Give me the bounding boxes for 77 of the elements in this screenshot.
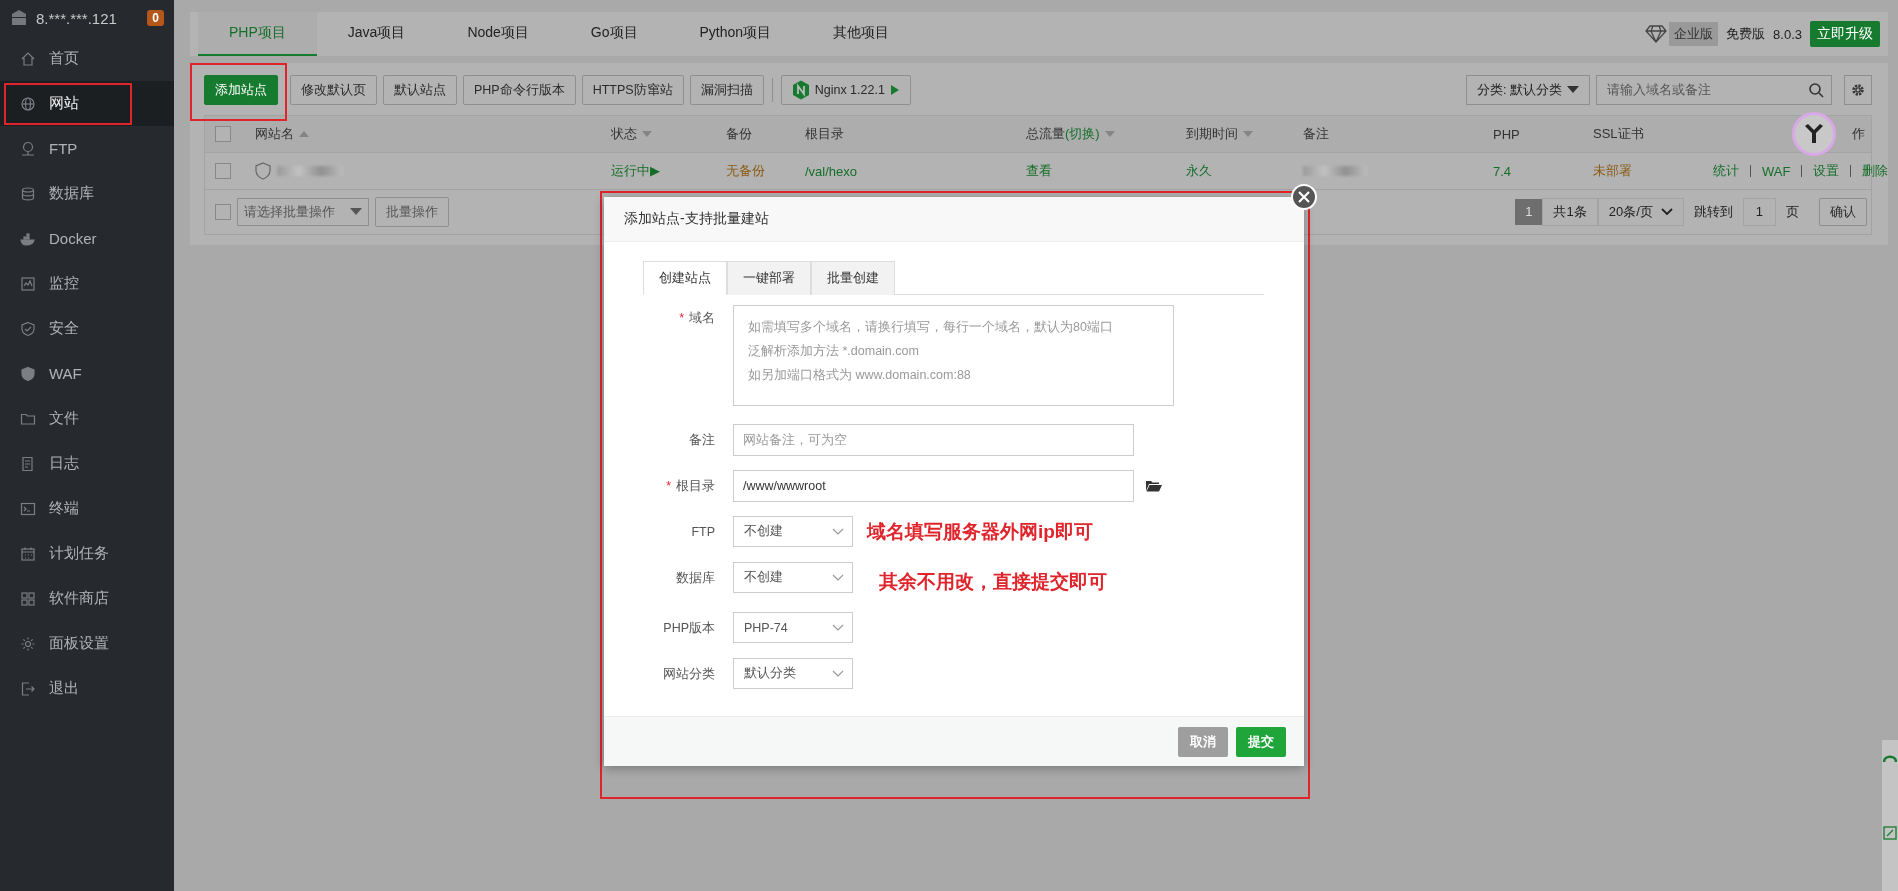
note-field[interactable]: 网站备注，可为空 — [733, 424, 1134, 456]
column-header[interactable]: 状态 — [611, 125, 637, 143]
placeholder-text: 如另加端口格式为 www.domain.com:88 — [748, 367, 971, 384]
confirm-button[interactable]: 确认 — [1819, 198, 1867, 226]
select-field[interactable]: 不创建 — [733, 516, 853, 547]
toolbar-button[interactable]: 默认站点 — [383, 75, 457, 105]
batch-select[interactable]: 请选择批量操作 — [237, 198, 369, 226]
sidebar-item[interactable]: 软件商店 — [0, 576, 174, 621]
annotation-text: 域名填写服务器外网ip即可 — [867, 520, 1093, 544]
total-count: 共1条 — [1542, 198, 1598, 226]
page-input[interactable]: 1 — [1742, 198, 1776, 226]
batch-button[interactable]: 批量操作 — [375, 197, 449, 227]
select-field[interactable]: 不创建 — [733, 562, 853, 593]
column-header[interactable]: 根目录 — [805, 125, 844, 143]
search-field[interactable]: 请输入域名或备注 — [1596, 75, 1832, 105]
project-tab[interactable]: Python项目 — [668, 12, 803, 56]
upgrade-button[interactable]: 立即升级 — [1810, 21, 1880, 47]
toolbar-button[interactable]: HTTPS防窜站 — [581, 75, 684, 105]
sidebar-item[interactable]: 退出 — [0, 666, 174, 711]
sidebar-item[interactable]: 首页 — [0, 36, 174, 81]
field-label: 根目录 — [676, 477, 715, 495]
column-header[interactable]: 到期时间 — [1186, 125, 1238, 143]
sidebar-item[interactable]: 面板设置 — [0, 621, 174, 666]
sidebar-item[interactable]: FTP — [0, 126, 174, 171]
toolbar-button[interactable]: 漏洞扫描 — [689, 75, 764, 105]
sidebar-item[interactable]: WAF — [0, 351, 174, 396]
sidebar-item[interactable]: 网站 — [0, 81, 174, 126]
required-mark: * — [679, 311, 684, 325]
version-label: 8.0.3 — [1773, 26, 1802, 42]
select-field[interactable]: PHP-74 — [733, 612, 853, 643]
sidebar-item[interactable]: 数据库 — [0, 171, 174, 216]
server-address: 8.***.***.121 — [36, 9, 118, 27]
field-label: 数据库 — [676, 569, 715, 587]
project-tab[interactable]: Java项目 — [316, 12, 437, 56]
column-header[interactable]: SSL证书 — [1593, 125, 1644, 143]
column-header[interactable]: PHP — [1493, 126, 1520, 142]
sidebar-item[interactable]: 安全 — [0, 306, 174, 351]
column-header[interactable]: 网站名 — [255, 125, 294, 143]
required-mark: * — [666, 479, 671, 493]
project-tab[interactable]: 其他项目 — [802, 12, 921, 56]
toolbar-button[interactable]: 修改默认页 — [290, 75, 377, 105]
field-label: FTP — [691, 525, 715, 539]
field-label: 备注 — [689, 431, 715, 449]
sidebar-item[interactable]: 计划任务 — [0, 531, 174, 576]
dialog-tab[interactable]: 批量创建 — [811, 261, 895, 295]
column-header[interactable]: 备注 — [1303, 125, 1329, 143]
toolbar-button[interactable]: PHP命令行版本 — [463, 75, 576, 105]
project-tab[interactable]: Go项目 — [559, 12, 669, 56]
jump-label: 跳转到 — [1692, 203, 1734, 221]
nginx-button[interactable]: Nginx 1.22.1 — [780, 75, 911, 105]
field-label: 网站分类 — [663, 665, 715, 683]
project-tab[interactable]: Node项目 — [436, 12, 560, 56]
sidebar-item[interactable]: 文件 — [0, 396, 174, 441]
field-label: PHP版本 — [663, 619, 715, 637]
column-header[interactable]: 备份 — [726, 125, 752, 143]
column-header[interactable]: 总流量(切换) — [1026, 125, 1100, 143]
dialog-title: 添加站点-支持批量建站 — [624, 210, 769, 228]
page-number[interactable]: 1 — [1515, 199, 1543, 225]
add-site-button[interactable]: 添加站点 — [204, 75, 278, 105]
edition-label: 免费版 — [1726, 25, 1766, 43]
sidebar-item[interactable]: 日志 — [0, 441, 174, 486]
root-path-field[interactable]: /www/wwwroot — [733, 470, 1134, 502]
sidebar-item[interactable]: Docker — [0, 216, 174, 261]
page-size-select[interactable]: 20条/页 — [1597, 198, 1684, 226]
category-select[interactable]: 分类: 默认分类 — [1466, 75, 1590, 105]
field-label: 域名 — [689, 309, 715, 327]
sidebar-item[interactable]: 监控 — [0, 261, 174, 306]
dialog-tab[interactable]: 创建站点 — [643, 261, 727, 295]
sidebar-item[interactable]: 终端 — [0, 486, 174, 531]
placeholder-text: 泛解析添加方法 *.domain.com — [748, 343, 919, 360]
dialog-tab[interactable]: 一键部署 — [727, 261, 811, 295]
enterprise-label[interactable]: 企业版 — [1669, 22, 1719, 46]
page-unit: 页 — [1785, 203, 1800, 221]
annotation-text: 其余不用改，直接提交即可 — [879, 570, 1107, 594]
select-field[interactable]: 默认分类 — [733, 658, 853, 689]
notification-badge[interactable]: 0 — [147, 10, 164, 26]
column-header[interactable]: 作 — [1852, 125, 1865, 143]
